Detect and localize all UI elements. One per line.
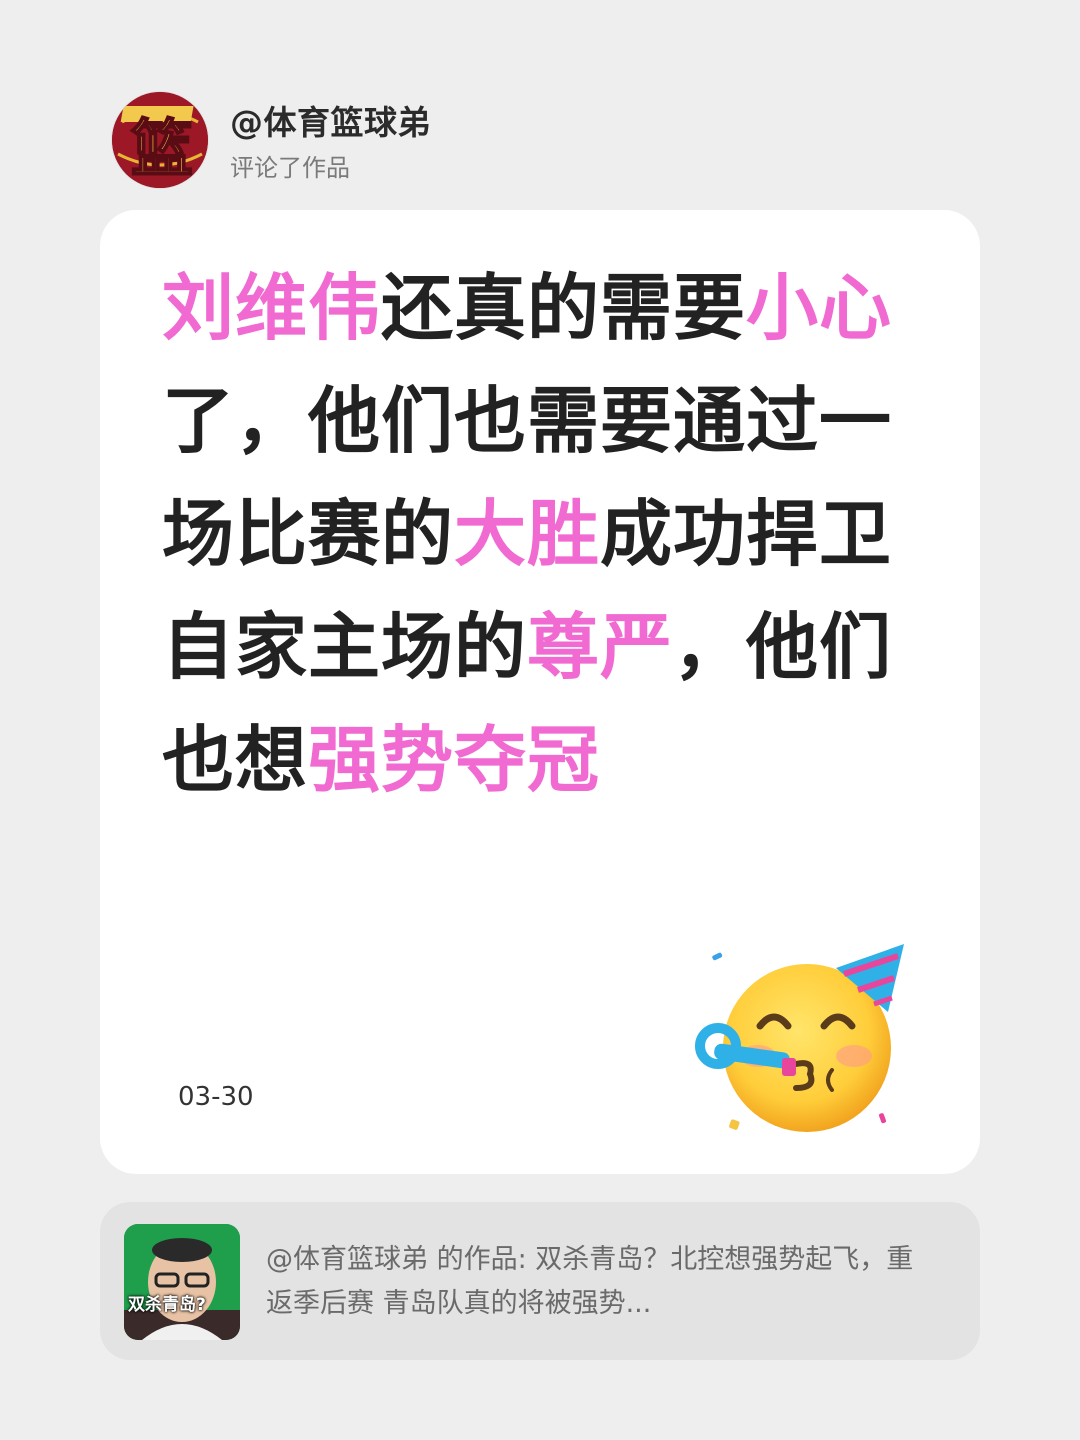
avatar-logo-text: 篮 — [131, 112, 193, 185]
referenced-video-card[interactable]: 双杀青岛? @体育篮球弟 的作品: 双杀青岛？北控想强势起飞，重返季后赛 青岛队… — [100, 1202, 980, 1360]
comment-date: 03-30 — [178, 1082, 254, 1112]
referenced-video-title[interactable]: @体育篮球弟 的作品: 双杀青岛？北控想强势起飞，重返季后赛 青岛队真的将被强势… — [266, 1238, 932, 1326]
comment-card: 刘维伟还真的需要小心了，他们也需要通过一场比赛的大胜成功捍卫自家主场的尊严，他们… — [100, 210, 980, 1174]
thumbnail-caption: 双杀青岛? — [128, 1295, 206, 1315]
comment-header: 篮 @体育篮球弟 评论了作品 — [112, 92, 812, 188]
comment-text: 刘维伟还真的需要小心了，他们也需要通过一场比赛的大胜成功捍卫自家主场的尊严，他们… — [162, 252, 897, 817]
highlighted-keyword: 尊严 — [527, 605, 674, 689]
video-thumbnail[interactable]: 双杀青岛? — [124, 1224, 240, 1340]
highlighted-keyword: 小心 — [746, 266, 893, 350]
basketball-logo-avatar-icon: 篮 — [112, 92, 208, 188]
party-face-emoji-icon — [692, 938, 914, 1134]
highlighted-keyword: 刘维伟 — [162, 266, 382, 350]
video-thumbnail-icon — [124, 1224, 240, 1340]
comment-segment: 还真的需要 — [381, 266, 747, 350]
username[interactable]: @体育篮球弟 — [230, 96, 431, 144]
highlighted-keyword: 强势夺冠 — [308, 718, 601, 802]
user-avatar[interactable]: 篮 — [112, 92, 208, 188]
highlighted-keyword: 大胜 — [454, 492, 601, 576]
action-label: 评论了作品 — [230, 154, 350, 182]
